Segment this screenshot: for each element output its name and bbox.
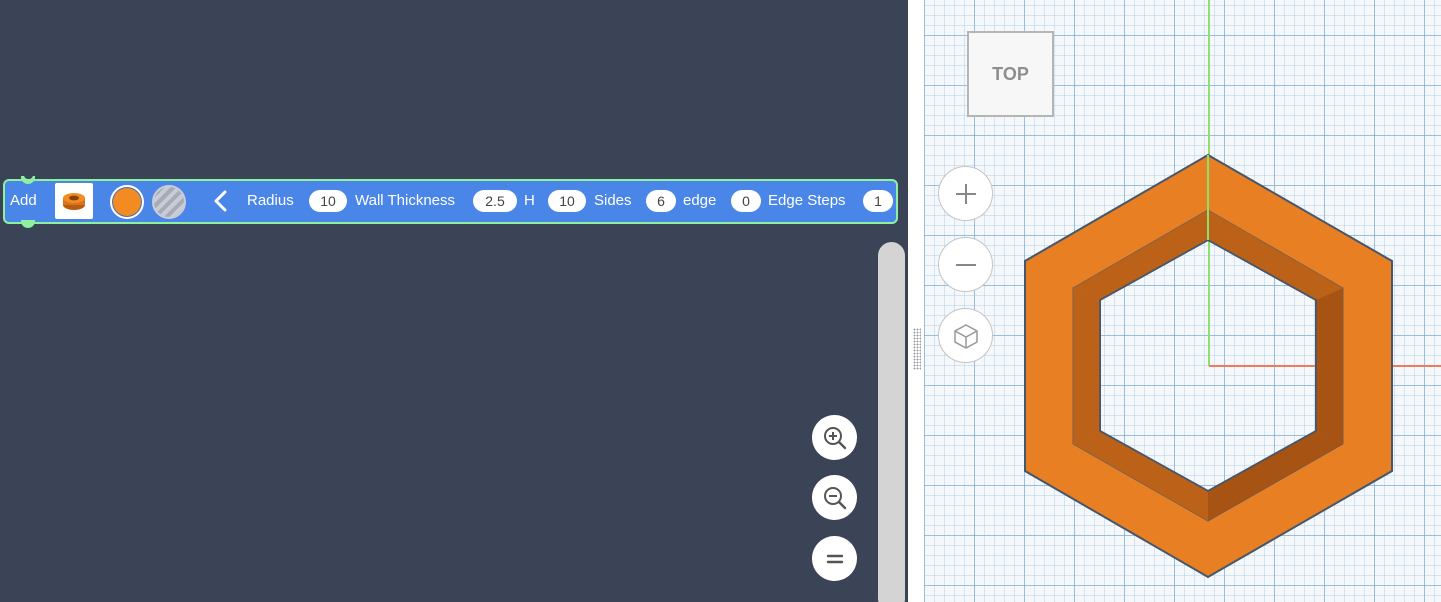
edge-steps-label: Edge Steps — [768, 192, 846, 209]
workspace-reset-zoom-button[interactable] — [812, 536, 857, 581]
zoom-in-icon — [823, 426, 846, 449]
color-swatch-orange[interactable] — [110, 185, 144, 219]
color-swatch-hole[interactable] — [152, 185, 186, 219]
viewport-zoom-in-button[interactable] — [938, 166, 993, 221]
height-label: H — [524, 192, 535, 209]
reset-zoom-icon — [826, 554, 843, 563]
block-bottom-notch — [21, 220, 35, 228]
edge-label: edge — [683, 192, 717, 209]
view-cube-face-label: TOP — [992, 63, 1029, 84]
radius-label: Radius — [247, 192, 294, 209]
collapse-chevron-icon[interactable] — [211, 190, 231, 212]
height-input[interactable]: 10 — [548, 190, 586, 212]
plus-icon — [955, 183, 976, 204]
radius-input[interactable]: 10 — [309, 190, 347, 212]
edge-input[interactable]: 0 — [731, 190, 761, 212]
view-cube[interactable]: TOP — [967, 31, 1054, 117]
add-label: Add — [10, 192, 37, 209]
tube-shape-icon — [63, 193, 85, 210]
resize-grip-icon[interactable] — [913, 328, 921, 370]
sides-input[interactable]: 6 — [646, 190, 676, 212]
minus-icon — [955, 263, 976, 266]
workspace-zoom-in-button[interactable] — [812, 415, 857, 460]
wall-thickness-input[interactable]: 2.5 — [473, 190, 517, 212]
workspace-zoom-out-button[interactable] — [812, 475, 857, 520]
edge-steps-input[interactable]: 1 — [863, 190, 893, 212]
panel-divider[interactable] — [908, 0, 924, 602]
viewport-home-button[interactable] — [938, 308, 993, 363]
wall-thickness-label: Wall Thickness — [355, 192, 456, 209]
hexagon-tube-shape[interactable] — [1024, 153, 1393, 579]
workspace-scrollbar[interactable] — [878, 242, 905, 602]
home-cube-icon — [953, 323, 978, 349]
3d-viewport[interactable]: TOP — [924, 0, 1441, 602]
viewport-zoom-out-button[interactable] — [938, 237, 993, 292]
sides-label: Sides — [594, 192, 632, 209]
block-workspace[interactable]: Add Radius 10 Wall Thickness 2.5 H 10 Si… — [0, 0, 908, 602]
zoom-out-icon — [823, 486, 846, 509]
add-shape-block[interactable]: Add Radius 10 Wall Thickness 2.5 H 10 Si… — [3, 175, 898, 228]
shape-thumbnail[interactable] — [55, 183, 93, 219]
